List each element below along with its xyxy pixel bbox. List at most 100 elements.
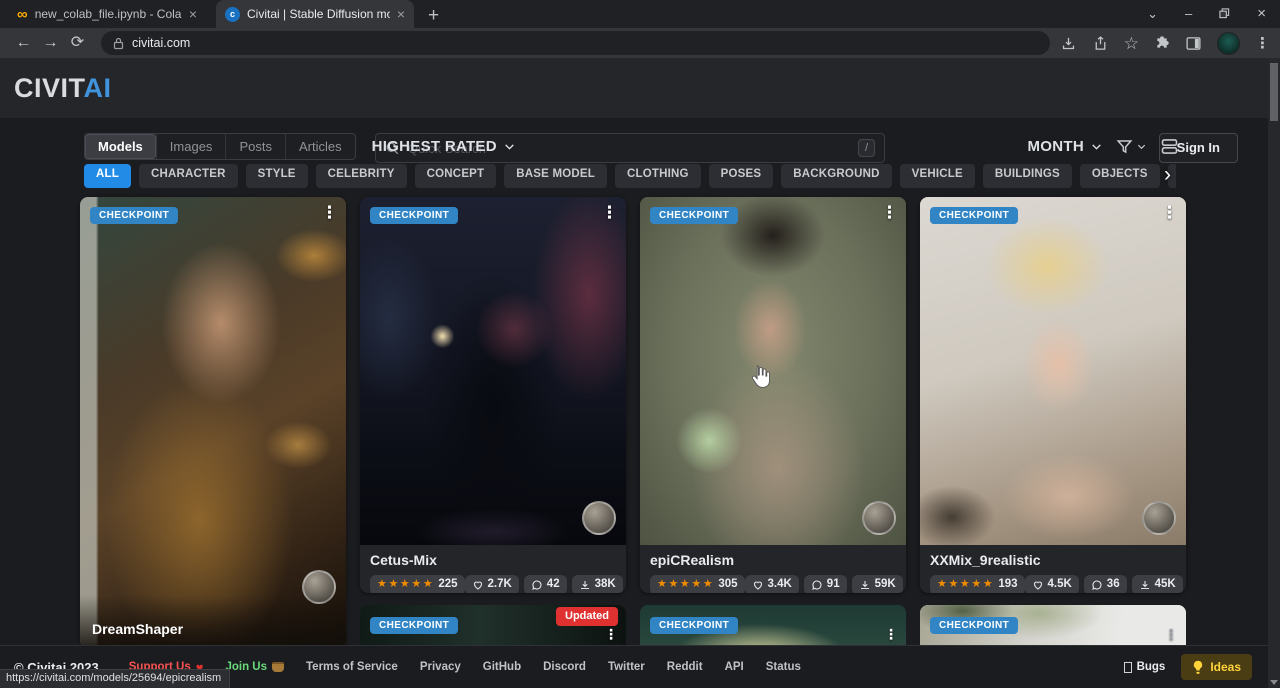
window-minimize-button[interactable]: – [1185, 7, 1192, 20]
footer-link-reddit[interactable]: Reddit [667, 661, 703, 673]
creator-avatar[interactable] [582, 501, 616, 535]
category-chip-concept[interactable]: CONCEPT [415, 164, 497, 188]
civitai-logo[interactable]: CIVITAI [14, 74, 112, 102]
model-card-epicrealism[interactable]: CHECKPOINT ⋮ epiCRealism ★★★★★ 305 3.4K … [640, 197, 906, 593]
footer-link-terms[interactable]: Terms of Service [306, 661, 398, 673]
browser-profile-avatar[interactable] [1217, 32, 1240, 55]
likes-chip[interactable]: 4.5K [1025, 575, 1079, 593]
card-menu-kebab-icon[interactable]: ⋮ [601, 204, 618, 221]
card-menu-kebab-icon[interactable]: ⋮ [884, 627, 898, 641]
category-chip-character[interactable]: CHARACTER [139, 164, 238, 188]
bookmark-star-icon[interactable]: ☆ [1124, 35, 1139, 52]
model-title: DreamShaper [80, 595, 346, 648]
category-chip-row: ALL CHARACTER STYLE CELEBRITY CONCEPT BA… [84, 164, 1176, 188]
tab-images[interactable]: Images [156, 134, 226, 159]
chevron-down-icon [1090, 140, 1103, 153]
category-chip-poses[interactable]: POSES [709, 164, 774, 188]
sort-dropdown[interactable]: HIGHEST RATED [372, 138, 516, 155]
category-chip-all[interactable]: ALL [84, 164, 131, 188]
ideas-button[interactable]: Ideas [1181, 654, 1252, 680]
footer-link-status[interactable]: Status [766, 661, 801, 673]
content-type-tabs: Models Images Posts Articles [84, 133, 356, 160]
tab-articles[interactable]: Articles [285, 134, 355, 159]
forward-button[interactable]: → [37, 35, 64, 51]
browser-tab-civitai[interactable]: c Civitai | Stable Diffusion models, × [216, 0, 414, 28]
purse-icon [272, 662, 284, 672]
rating-chip[interactable]: ★★★★★ 193 [930, 575, 1025, 593]
category-chip-style[interactable]: STYLE [246, 164, 308, 188]
category-chip-background[interactable]: BACKGROUND [781, 164, 891, 188]
site-header: CIVITAI + / Sign In [0, 59, 1280, 118]
footer-link-twitter[interactable]: Twitter [608, 661, 645, 673]
comment-icon [811, 579, 823, 591]
category-chip-clothing[interactable]: CLOTHING [615, 164, 701, 188]
colab-icon: ∞ [17, 7, 28, 22]
model-card-cetus-mix[interactable]: CHECKPOINT ⋮ Cetus-Mix ★★★★★ 225 2.7K 42 [360, 197, 626, 593]
window-restore-button[interactable] [1219, 8, 1230, 19]
chevron-down-icon [1136, 141, 1147, 152]
filters-button[interactable] [1115, 137, 1147, 156]
extensions-puzzle-icon[interactable] [1154, 35, 1170, 51]
reload-button[interactable]: ⟳ [64, 35, 91, 51]
comments-chip[interactable]: 91 [804, 575, 847, 593]
star-rating-icons: ★★★★★ [657, 579, 714, 590]
url-text: civitai.com [132, 36, 190, 50]
downloads-chip[interactable]: 45K [1132, 575, 1183, 593]
period-dropdown[interactable]: MONTH [1028, 138, 1104, 155]
layout-toggle-icon[interactable] [1159, 136, 1180, 157]
checkpoint-badge: CHECKPOINT [370, 207, 458, 224]
star-rating-icons: ★★★★★ [377, 579, 434, 590]
card-menu-kebab-icon[interactable]: ⋮ [881, 204, 898, 221]
card-menu-kebab-icon[interactable]: ⋮ [604, 627, 618, 641]
join-us-link[interactable]: Join Us [225, 661, 284, 673]
categories-scroll-next-icon[interactable]: › [1164, 164, 1171, 186]
rating-chip[interactable]: ★★★★★ 225 [370, 575, 465, 593]
model-preview-image: CHECKPOINT ⋮ DreamShaper [80, 197, 346, 648]
card-menu-kebab-icon[interactable]: ⋮ [1164, 627, 1178, 641]
scrollbar-down-arrow-icon[interactable] [1270, 680, 1278, 685]
footer-link-discord[interactable]: Discord [543, 661, 586, 673]
new-tab-button[interactable]: + [428, 6, 439, 25]
tab-models[interactable]: Models [85, 134, 156, 159]
comments-count: 91 [827, 578, 840, 592]
downloads-chip[interactable]: 59K [852, 575, 903, 593]
comment-icon [531, 579, 543, 591]
side-panel-icon[interactable] [1185, 35, 1202, 52]
model-card-xxmix-9realistic[interactable]: CHECKPOINT ⋮ XXMix_9realistic ★★★★★ 193 … [920, 197, 1186, 593]
category-chip-buildings[interactable]: BUILDINGS [983, 164, 1072, 188]
footer-link-privacy[interactable]: Privacy [420, 661, 461, 673]
download-icon [859, 579, 871, 591]
address-bar[interactable]: civitai.com [101, 31, 1050, 55]
category-chip-vehicle[interactable]: VEHICLE [900, 164, 975, 188]
category-chip-objects[interactable]: OBJECTS [1080, 164, 1160, 188]
scrollbar-thumb[interactable] [1270, 63, 1278, 121]
footer-link-api[interactable]: API [725, 661, 744, 673]
close-tab-icon[interactable]: × [397, 7, 405, 21]
browser-tab-colab[interactable]: ∞ new_colab_file.ipynb - Colaborat × [8, 0, 206, 28]
comments-chip[interactable]: 36 [1084, 575, 1127, 593]
window-menu-chevron-icon[interactable]: ⌄ [1147, 7, 1158, 20]
tab-posts[interactable]: Posts [225, 134, 285, 159]
likes-chip[interactable]: 2.7K [465, 575, 519, 593]
back-button[interactable]: ← [10, 35, 37, 51]
window-close-button[interactable]: × [1257, 6, 1266, 21]
footer-link-github[interactable]: GitHub [483, 661, 521, 673]
updated-badge: Updated [556, 607, 618, 626]
downloads-chip[interactable]: 38K [572, 575, 623, 593]
bugs-button[interactable]: Bugs [1124, 661, 1166, 673]
page-scrollbar[interactable] [1268, 59, 1280, 688]
close-tab-icon[interactable]: × [189, 7, 197, 21]
comments-chip[interactable]: 42 [524, 575, 567, 593]
likes-chip[interactable]: 3.4K [745, 575, 799, 593]
creator-avatar[interactable] [862, 501, 896, 535]
share-icon[interactable] [1092, 35, 1109, 52]
card-menu-kebab-icon[interactable]: ⋮ [1161, 204, 1178, 221]
card-menu-kebab-icon[interactable]: ⋮ [321, 204, 338, 221]
category-chip-base-model[interactable]: BASE MODEL [504, 164, 607, 188]
category-chip-celebrity[interactable]: CELEBRITY [316, 164, 407, 188]
creator-avatar[interactable] [1142, 501, 1176, 535]
model-card-dreamshaper[interactable]: CHECKPOINT ⋮ DreamShaper [80, 197, 346, 648]
rating-chip[interactable]: ★★★★★ 305 [650, 575, 745, 593]
download-page-icon[interactable] [1060, 35, 1077, 52]
browser-menu-kebab-icon[interactable]: ⋮ [1255, 36, 1270, 51]
